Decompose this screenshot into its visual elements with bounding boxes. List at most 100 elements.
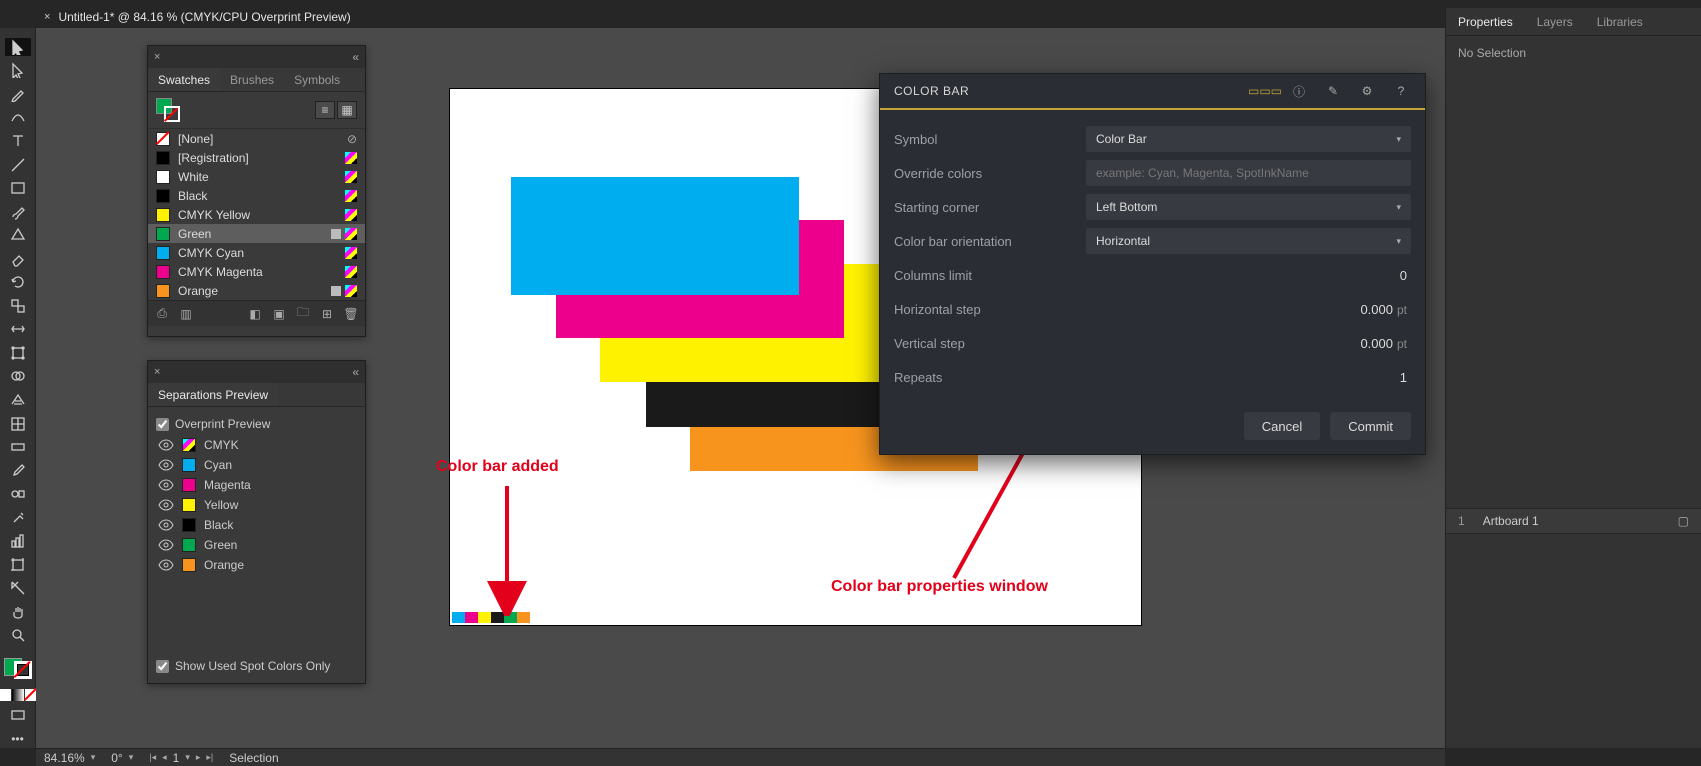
separation-row[interactable]: CMYK — [156, 435, 357, 455]
new-group-icon[interactable]: ▣ — [271, 306, 287, 322]
show-spot-only-checkbox[interactable]: Show Used Spot Colors Only — [156, 655, 357, 677]
swatch-options-icon[interactable]: ◧ — [247, 306, 263, 322]
orientation-select[interactable]: Horizontal▾ — [1086, 228, 1411, 254]
collapse-icon[interactable]: « — [352, 365, 359, 379]
tab-swatches[interactable]: Swatches — [148, 68, 220, 91]
tab-libraries[interactable]: Libraries — [1585, 8, 1655, 35]
color-mode-row[interactable] — [0, 689, 37, 701]
new-swatch-icon[interactable]: ⊞ — [319, 306, 335, 322]
tab-layers[interactable]: Layers — [1525, 8, 1585, 35]
commit-button[interactable]: Commit — [1330, 412, 1411, 440]
starting-corner-select[interactable]: Left Bottom▾ — [1086, 194, 1411, 220]
artboard-tool[interactable] — [5, 556, 31, 574]
repeats-value[interactable]: 1 — [1086, 370, 1411, 385]
tab-brushes[interactable]: Brushes — [220, 68, 284, 91]
symbol-sprayer-tool[interactable] — [5, 509, 31, 527]
document-tab[interactable]: × Untitled-1* @ 84.16 % (CMYK/CPU Overpr… — [36, 8, 359, 26]
vertical-step-value[interactable]: 0.000pt — [1086, 336, 1411, 351]
artboard-nav[interactable]: |◂◂ 1 ▾▸▸| — [149, 751, 213, 765]
zoom-level[interactable]: 84.16%▾ — [44, 751, 95, 765]
rotate-tool[interactable] — [5, 273, 31, 291]
separation-row[interactable]: Magenta — [156, 475, 357, 495]
separation-row[interactable]: Cyan — [156, 455, 357, 475]
artboard-options-icon[interactable]: ▢ — [1678, 514, 1689, 528]
column-graph-tool[interactable] — [5, 532, 31, 550]
swatch-row[interactable]: [Registration] — [148, 148, 365, 167]
visibility-icon[interactable] — [158, 437, 174, 453]
slice-tool[interactable] — [5, 580, 31, 598]
tab-properties[interactable]: Properties — [1446, 8, 1525, 35]
swatch-row[interactable]: Orange — [148, 281, 365, 300]
type-tool[interactable] — [5, 132, 31, 150]
new-folder-icon[interactable]: 🗀 — [295, 306, 311, 322]
swatch-row[interactable]: CMYK Magenta — [148, 262, 365, 281]
shape-builder-tool[interactable] — [5, 368, 31, 386]
separation-row[interactable]: Black — [156, 515, 357, 535]
visibility-icon[interactable] — [158, 497, 174, 513]
line-tool[interactable] — [5, 156, 31, 174]
swatch-row[interactable]: White — [148, 167, 365, 186]
separation-row[interactable]: Green — [156, 535, 357, 555]
gradient-tool[interactable] — [5, 438, 31, 456]
free-transform-tool[interactable] — [5, 344, 31, 362]
direct-selection-tool[interactable] — [5, 62, 31, 80]
edit-toolbar-icon[interactable]: ••• — [5, 730, 31, 748]
library-icon[interactable]: ⎙ — [154, 306, 170, 322]
eyedropper-tool[interactable] — [5, 462, 31, 480]
shaper-tool[interactable] — [5, 226, 31, 244]
close-icon[interactable]: × — [44, 11, 50, 23]
info-icon[interactable]: ⓘ — [1289, 81, 1309, 101]
visibility-icon[interactable] — [158, 457, 174, 473]
panel-header[interactable]: × « — [148, 361, 365, 383]
cancel-button[interactable]: Cancel — [1244, 412, 1320, 440]
popup-header[interactable]: COLOR BAR ▭▭▭ ⓘ ✎ ⚙ ? — [880, 74, 1425, 110]
columns-limit-value[interactable]: 0 — [1086, 268, 1411, 283]
artwork-rectangle[interactable] — [511, 177, 799, 295]
settings-icon[interactable]: ⚙ — [1357, 81, 1377, 101]
fill-stroke-mini[interactable] — [156, 98, 180, 122]
swatch-row[interactable]: [None]⊘ — [148, 129, 365, 148]
override-colors-input[interactable] — [1086, 160, 1411, 186]
curvature-tool[interactable] — [5, 109, 31, 127]
grid-view-icon[interactable]: ▦ — [337, 101, 357, 119]
tab-separations[interactable]: Separations Preview — [148, 383, 278, 406]
horizontal-step-value[interactable]: 0.000pt — [1086, 302, 1411, 317]
screen-mode-icon[interactable] — [5, 707, 31, 725]
visibility-icon[interactable] — [158, 557, 174, 573]
overprint-preview-checkbox[interactable]: Overprint Preview — [156, 413, 357, 435]
pen-tool[interactable] — [5, 85, 31, 103]
visibility-icon[interactable] — [158, 517, 174, 533]
artboard-row[interactable]: 1 Artboard 1 ▢ — [1446, 508, 1701, 534]
close-icon[interactable]: × — [154, 366, 160, 378]
eraser-tool[interactable] — [5, 250, 31, 268]
list-view-icon[interactable]: ≡ — [315, 101, 335, 119]
panel-header[interactable]: × « — [148, 46, 365, 68]
show-kinds-icon[interactable]: ▥ — [178, 306, 194, 322]
blend-tool[interactable] — [5, 485, 31, 503]
symbol-select[interactable]: Color Bar▾ — [1086, 126, 1411, 152]
separation-row[interactable]: Orange — [156, 555, 357, 575]
collapse-icon[interactable]: « — [352, 50, 359, 64]
rectangle-tool[interactable] — [5, 179, 31, 197]
close-icon[interactable]: × — [154, 51, 160, 63]
swatch-row[interactable]: CMYK Cyan — [148, 243, 365, 262]
rotate-angle[interactable]: 0°▾ — [111, 751, 133, 765]
mesh-tool[interactable] — [5, 415, 31, 433]
help-icon[interactable]: ? — [1391, 81, 1411, 101]
scale-tool[interactable] — [5, 297, 31, 315]
tool-icon[interactable]: ✎ — [1323, 81, 1343, 101]
delete-icon[interactable]: 🗑 — [343, 306, 359, 322]
width-tool[interactable] — [5, 321, 31, 339]
visibility-icon[interactable] — [158, 477, 174, 493]
selection-tool[interactable] — [5, 38, 31, 56]
visibility-icon[interactable] — [158, 537, 174, 553]
swatch-row[interactable]: CMYK Yellow — [148, 205, 365, 224]
paintbrush-tool[interactable] — [5, 203, 31, 221]
separation-row[interactable]: Yellow — [156, 495, 357, 515]
perspective-grid-tool[interactable] — [5, 391, 31, 409]
zoom-tool[interactable] — [5, 627, 31, 645]
swatch-row[interactable]: Green — [148, 224, 365, 243]
tab-symbols[interactable]: Symbols — [284, 68, 350, 91]
swatch-row[interactable]: Black — [148, 186, 365, 205]
hand-tool[interactable] — [5, 603, 31, 621]
